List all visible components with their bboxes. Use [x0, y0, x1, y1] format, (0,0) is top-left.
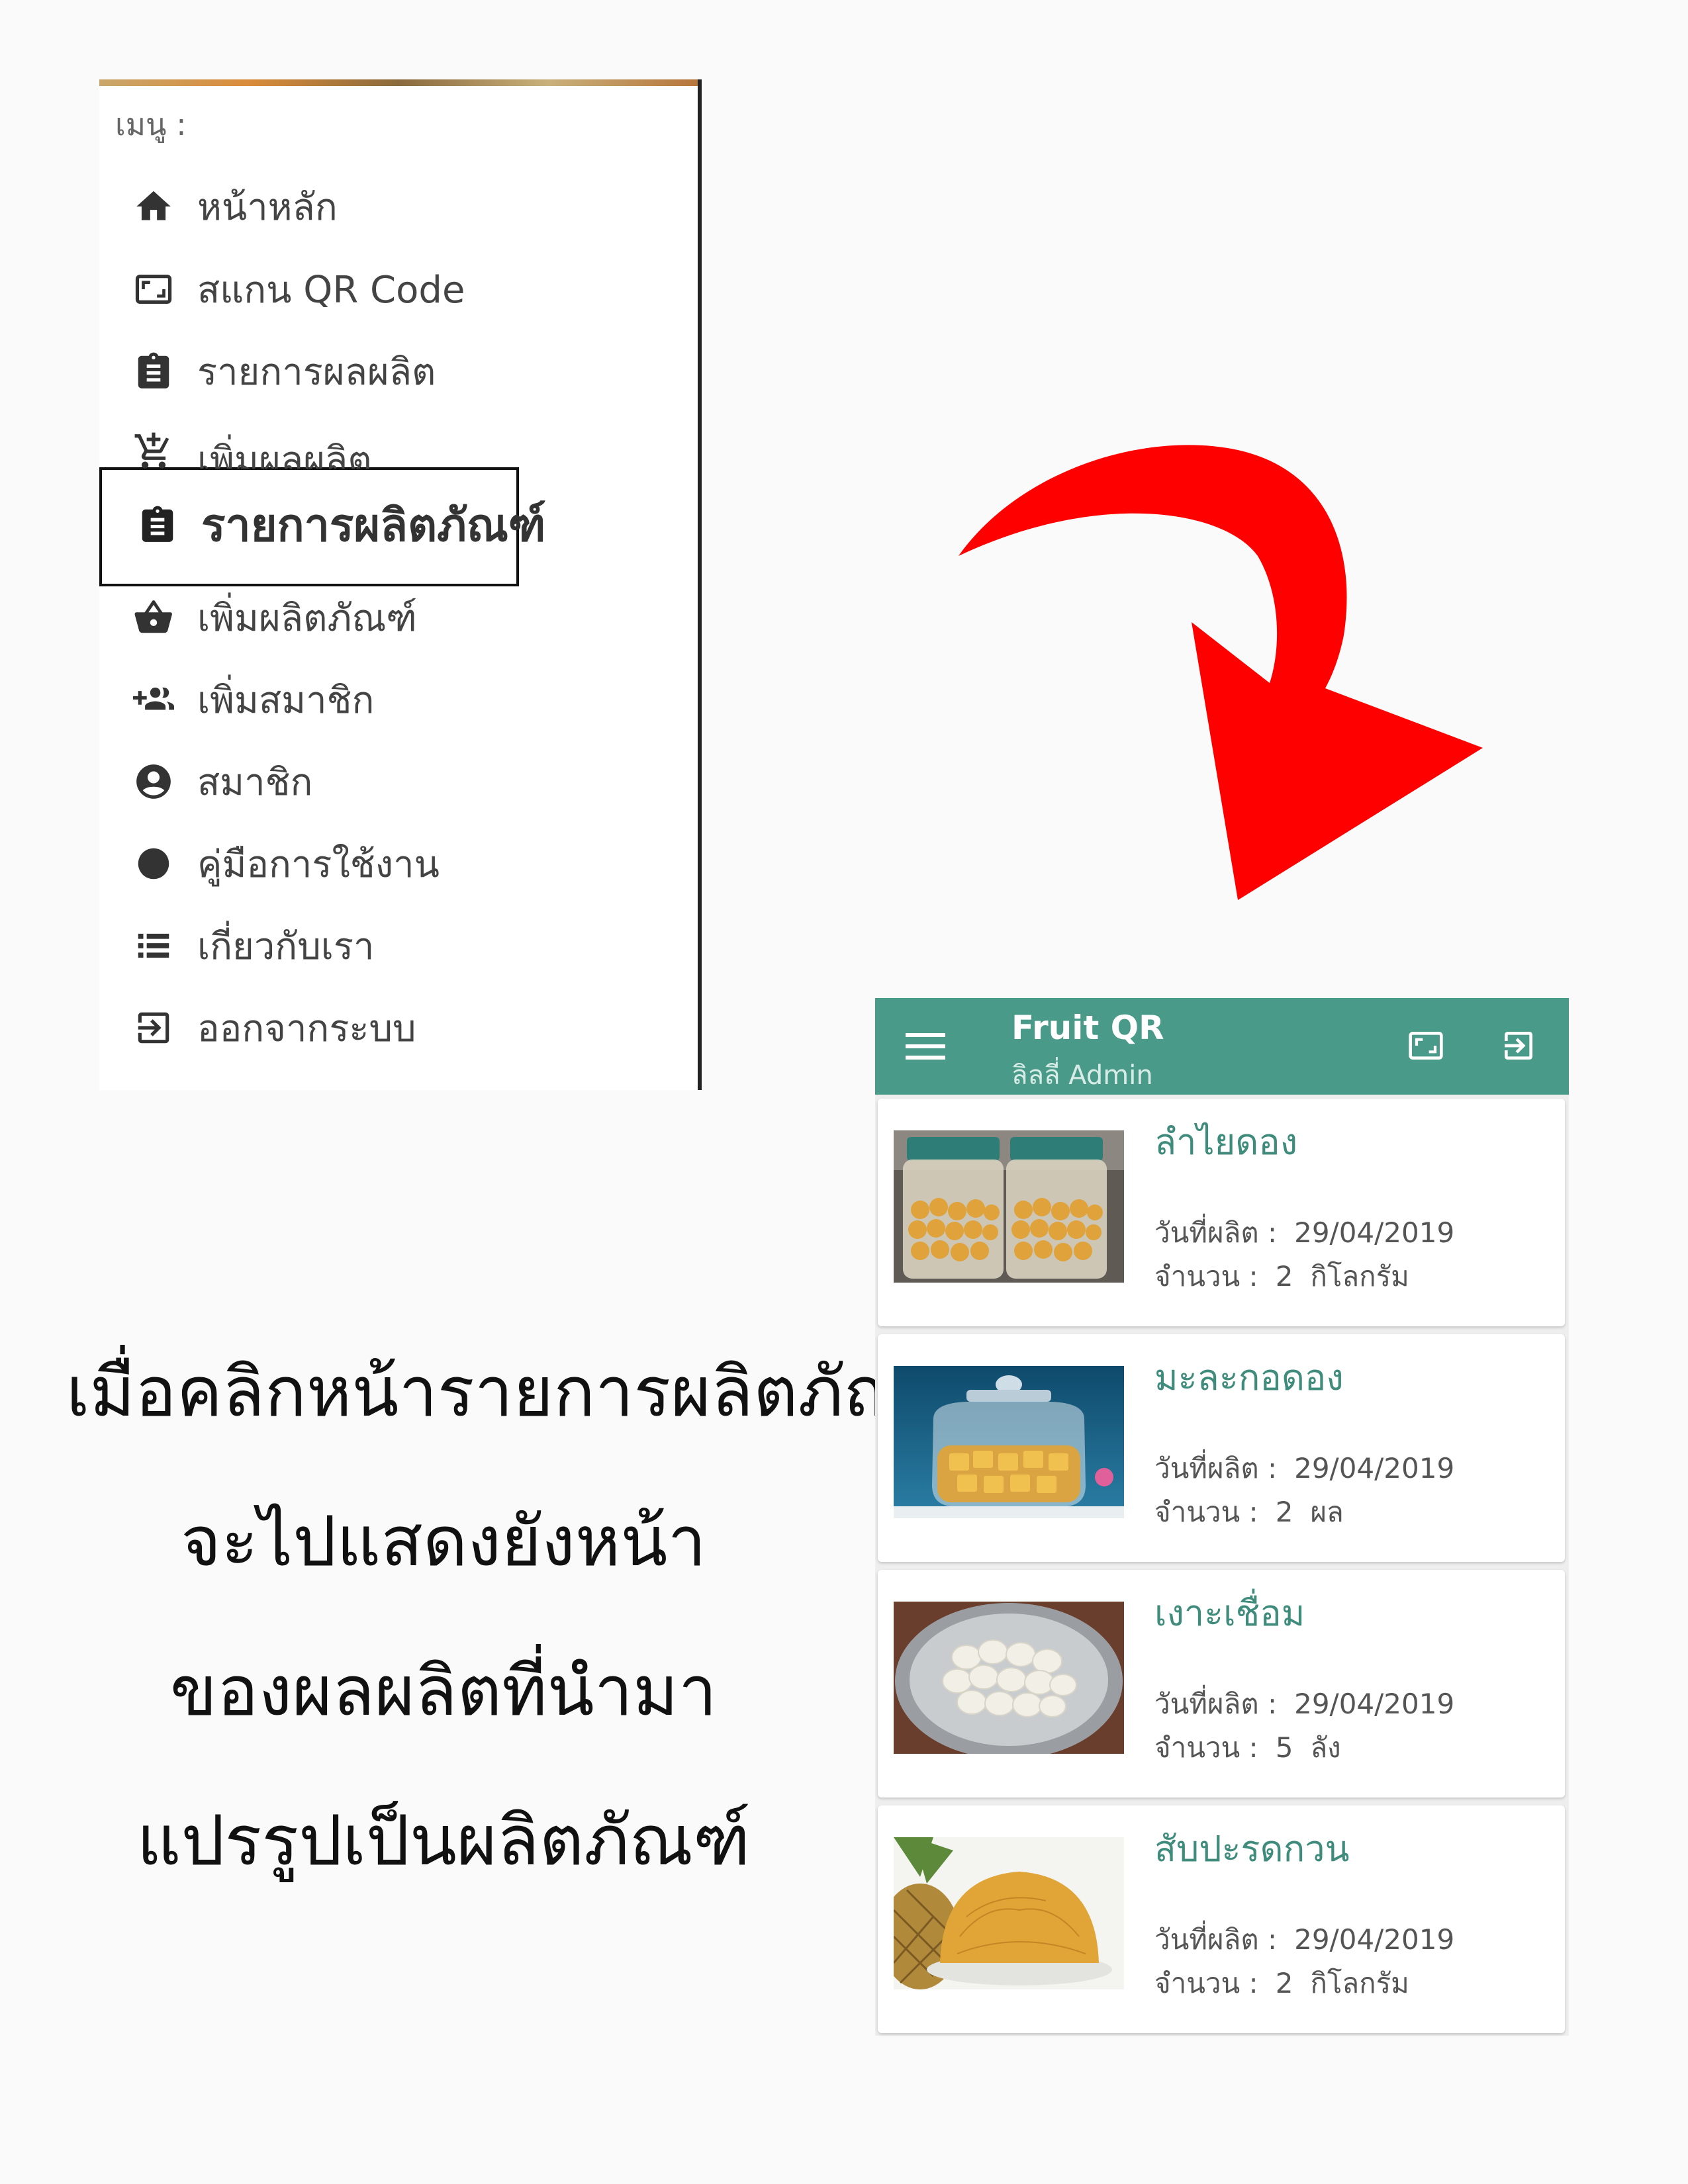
- drawer-header-image-strip: [99, 79, 698, 86]
- menu-item-add-produce[interactable]: เพิ่มผลผลิต: [132, 416, 372, 469]
- menu-item-add-member[interactable]: เพิ่มสมาชิก: [132, 663, 374, 736]
- menu-item-produce-list[interactable]: รายการผลผลิต: [132, 335, 436, 408]
- quantity-unit: กิโลกรัม: [1310, 1967, 1409, 1999]
- menu-item-add-product[interactable]: เพิ่มผลิตภัณฑ์: [132, 581, 417, 654]
- date-label: วันที่ผลิต :: [1154, 1216, 1278, 1249]
- app-bar: Fruit QR ลิลลี่ Admin: [875, 998, 1569, 1095]
- quantity-label: จำนวน :: [1154, 1260, 1258, 1293]
- exit-icon: [132, 1007, 175, 1049]
- product-name: สับปะรดกวน: [1154, 1828, 1350, 1870]
- clipboard-icon: [136, 504, 179, 546]
- menu-item-about[interactable]: เกี่ยวกับเรา: [132, 909, 374, 982]
- product-name: ลำไยดอง: [1154, 1121, 1298, 1163]
- curved-arrow-icon: [959, 445, 1483, 900]
- clipboard-icon: [132, 350, 175, 392]
- home-icon: [132, 185, 175, 228]
- product-name: มะละกอดอง: [1154, 1357, 1344, 1398]
- menu-item-label: เพิ่มผลิตภัณฑ์: [197, 596, 417, 640]
- menu-item-label: เพิ่มผลผลิต: [197, 439, 372, 469]
- product-image: [894, 1602, 1124, 1754]
- quantity-unit: ลัง: [1310, 1731, 1341, 1764]
- app-screen: Fruit QR ลิลลี่ Admin ลำไยดอง วันที่ผลิต…: [875, 998, 1569, 2036]
- menu-item-label: รายการผลผลิต: [197, 350, 436, 394]
- qr-scan-icon: [132, 268, 175, 310]
- add-group-icon: [132, 678, 175, 721]
- product-image: [894, 1130, 1124, 1283]
- quantity-value: 2: [1275, 1496, 1293, 1528]
- product-card[interactable]: มะละกอดอง วันที่ผลิต : 29/04/2019 จำนวน :…: [878, 1334, 1565, 1562]
- quantity-label: จำนวน :: [1154, 1967, 1258, 1999]
- app-subtitle: ลิลลี่ Admin: [1011, 1060, 1153, 1091]
- product-image: [894, 1366, 1124, 1518]
- quantity-value: 2: [1275, 1967, 1293, 1999]
- menu-item-logout[interactable]: ออกจากระบบ: [132, 991, 416, 1064]
- quantity-value: 2: [1275, 1260, 1293, 1293]
- circle-icon: [132, 842, 175, 885]
- menu-item-label: เกี่ยวกับเรา: [197, 925, 375, 968]
- qr-scan-icon[interactable]: [1405, 1027, 1447, 1064]
- caption-line: เมื่อคลิกหน้ารายการผลิตภัณฑ์: [66, 1351, 964, 1432]
- basket-icon: [132, 596, 175, 639]
- product-name: เงาะเชื่อม: [1154, 1592, 1305, 1634]
- quantity: จำนวน : 5 ลัง: [1154, 1726, 1341, 1770]
- add-cart-icon: [132, 430, 175, 469]
- production-date: วันที่ผลิต : 29/04/2019: [1154, 1682, 1454, 1726]
- menu-item-product-list[interactable]: รายการผลิตภัณฑ์: [136, 488, 545, 561]
- menu-item-manual[interactable]: คู่มือการใช้งาน: [132, 827, 440, 900]
- quantity-value: 5: [1275, 1731, 1293, 1764]
- production-date: วันที่ผลิต : 29/04/2019: [1154, 1447, 1454, 1490]
- production-date: วันที่ผลิต : 29/04/2019: [1154, 1211, 1454, 1255]
- list-icon: [132, 925, 175, 967]
- account-circle-icon: [132, 760, 175, 803]
- hamburger-menu-icon[interactable]: [906, 1030, 945, 1063]
- date-value: 29/04/2019: [1294, 1923, 1455, 1956]
- product-card[interactable]: เงาะเชื่อม วันที่ผลิต : 29/04/2019 จำนวน …: [878, 1570, 1565, 1797]
- caption-line: จะไปแสดงยังหน้า: [181, 1501, 706, 1582]
- date-label: วันที่ผลิต :: [1154, 1452, 1278, 1484]
- date-value: 29/04/2019: [1294, 1452, 1455, 1484]
- date-label: วันที่ผลิต :: [1154, 1688, 1278, 1720]
- logout-icon[interactable]: [1499, 1027, 1538, 1064]
- caption-line: ของผลผลิตที่นำมา: [169, 1651, 718, 1731]
- product-card[interactable]: สับปะรดกวน วันที่ผลิต : 29/04/2019 จำนวน …: [878, 1805, 1565, 2033]
- menu-item-label: สแกน QR Code: [197, 268, 465, 312]
- menu-item-label: ออกจากระบบ: [197, 1007, 416, 1050]
- menu-item-members[interactable]: สมาชิก: [132, 745, 312, 818]
- date-label: วันที่ผลิต :: [1154, 1923, 1278, 1956]
- product-card[interactable]: ลำไยดอง วันที่ผลิต : 29/04/2019 จำนวน : 2ก…: [878, 1099, 1565, 1326]
- app-title: Fruit QR: [1011, 1009, 1164, 1047]
- menu-item-scan-qr[interactable]: สแกน QR Code: [132, 253, 465, 326]
- production-date: วันที่ผลิต : 29/04/2019: [1154, 1918, 1454, 1962]
- menu-item-label: รายการผลิตภัณฑ์: [201, 500, 546, 552]
- quantity-label: จำนวน :: [1154, 1496, 1258, 1528]
- caption-line: แปรรูปเป็นผลิตภัณฑ์: [136, 1800, 751, 1881]
- date-value: 29/04/2019: [1294, 1688, 1455, 1720]
- menu-item-label: เพิ่มสมาชิก: [197, 678, 375, 722]
- menu-item-label: สมาชิก: [197, 760, 313, 804]
- quantity-unit: ผล: [1310, 1496, 1344, 1528]
- quantity: จำนวน : 2 กิโลกรัม: [1154, 1255, 1409, 1298]
- product-image: [894, 1837, 1124, 1989]
- menu-header-label: เมนู :: [115, 107, 187, 142]
- menu-item-label: คู่มือการใช้งาน: [197, 842, 440, 886]
- caption-text: เมื่อคลิกหน้ารายการผลิตภัณฑ์ จะไปแสดงยัง…: [66, 1317, 964, 1915]
- quantity: จำนวน : 2 กิโลกรัม: [1154, 1962, 1409, 2005]
- quantity: จำนวน : 2 ผล: [1154, 1490, 1344, 1534]
- date-value: 29/04/2019: [1294, 1216, 1455, 1249]
- menu-item-home[interactable]: หน้าหลัก: [132, 170, 338, 243]
- quantity-unit: กิโลกรัม: [1310, 1260, 1409, 1293]
- menu-item-label: หน้าหลัก: [197, 185, 338, 229]
- quantity-label: จำนวน :: [1154, 1731, 1258, 1764]
